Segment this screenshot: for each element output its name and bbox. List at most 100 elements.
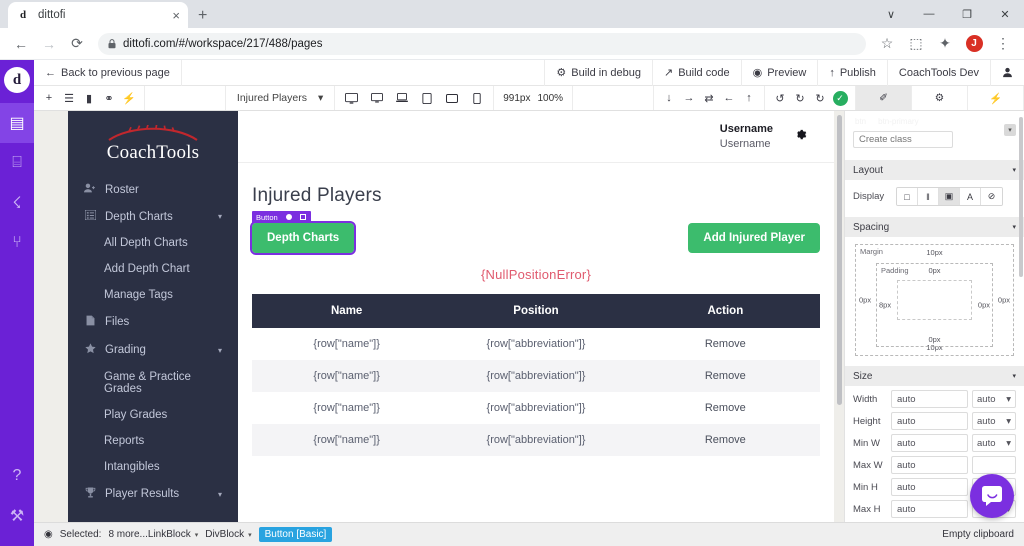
selection-settings-icon[interactable] [299,214,306,220]
margin-top-value[interactable]: 10px [926,248,942,257]
breadcrumb-link-block[interactable]: 8 more...LinkBlock ▾ [108,529,198,540]
layout-section-header[interactable]: Layout ▾ [845,160,1024,180]
min-width-unit-select[interactable]: auto ▾ [972,434,1016,452]
address-bar[interactable]: dittofi.com/#/workspace/217/488/pages [98,32,866,55]
actions-button[interactable]: ⚡ [119,86,139,110]
breadcrumb-div-block[interactable]: DivBlock ▾ [205,529,251,540]
sidebar-item-grading[interactable]: Grading ▾ [68,336,238,364]
build-in-debug-button[interactable]: ⚙ Build in debug [544,59,652,86]
intercom-launcher-button[interactable] [970,474,1014,518]
display-block-icon[interactable]: □ [897,188,918,205]
dittofi-logo[interactable]: d [4,67,30,93]
move-down-button[interactable]: ↓ [659,86,679,110]
link-button[interactable]: ⚭ [99,86,119,110]
sidebar-subitem-reports[interactable]: Reports [68,428,238,454]
back-to-previous-page-button[interactable]: ← Back to previous page [34,59,182,86]
remove-link[interactable]: Remove [630,424,820,456]
add-injured-player-button[interactable]: Add Injured Player [688,223,820,253]
canvas-scrollbar[interactable] [837,115,842,405]
device-tablet-landscape-icon[interactable] [439,86,464,110]
refresh-button[interactable]: ↻ [810,86,830,110]
saved-check-button[interactable]: ✓ [830,86,850,110]
max-width-input[interactable] [891,456,968,474]
selection-drag-handle-icon[interactable] [285,214,292,220]
interactions-tab[interactable]: ⚡ [968,86,1024,110]
rail-item-settings[interactable]: ⚒ [0,496,34,536]
width-unit-select[interactable]: auto ▾ [972,390,1016,408]
size-section-header[interactable]: Size ▾ [845,366,1024,386]
sidebar-subitem-game-practice-grades[interactable]: Game & Practice Grades [68,364,238,402]
class-chip-btn[interactable]: btn [855,117,866,128]
panel-scrollbar[interactable] [1019,117,1023,277]
maximize-icon[interactable]: ❐ [948,0,986,28]
sidebar-item-depth-charts[interactable]: Depth Charts ▾ [68,203,238,230]
redo-button[interactable]: ↻ [790,86,810,110]
settings-tab[interactable]: ⚙ [912,86,968,110]
tab-search-icon[interactable]: ∨ [872,0,910,28]
reload-icon[interactable]: ⟳ [64,31,90,57]
sidebar-item-roster[interactable]: Roster [68,176,238,203]
remove-link[interactable]: Remove [630,392,820,424]
close-window-icon[interactable]: ✕ [986,0,1024,28]
depth-charts-button[interactable]: Depth Charts [249,221,357,255]
minimize-icon[interactable]: — [910,0,948,28]
min-width-input[interactable] [891,434,968,452]
sidebar-item-player-results[interactable]: Player Results ▾ [68,480,238,508]
add-element-button[interactable]: + [39,86,59,110]
side-panel-icon[interactable]: ⬚ [903,31,929,57]
sidebar-subitem-add-depth-chart[interactable]: Add Depth Chart [68,256,238,282]
swap-button[interactable]: ⇄ [699,86,719,110]
move-left-button[interactable]: ← [719,86,739,110]
bookmark-star-icon[interactable]: ☆ [874,31,900,57]
rail-item-pages[interactable]: ▤ [0,103,34,143]
preview-button[interactable]: ◉ Preview [740,59,818,86]
device-desktop-lg-icon[interactable] [339,86,364,110]
profile-avatar[interactable]: J [961,31,987,57]
page-selector[interactable]: Injured Players ▾ [226,86,336,110]
width-input[interactable] [891,390,968,408]
padding-top-value[interactable]: 0px [928,266,940,275]
breadcrumb-active-button[interactable]: Button [Basic] [258,527,333,542]
device-mobile-icon[interactable] [464,86,489,110]
padding-right-value[interactable]: 0px [978,301,990,310]
padding-bottom-value[interactable]: 0px [928,335,940,344]
remove-link[interactable]: Remove [630,328,820,360]
browser-menu-icon[interactable]: ⋮ [990,31,1016,57]
class-chip-btn-primary[interactable]: btn-primary [878,117,918,128]
rail-item-database[interactable]: ⌸ [0,143,34,183]
move-right-button[interactable]: → [679,86,699,110]
sidebar-subitem-play-grades[interactable]: Play Grades [68,402,238,428]
max-height-input[interactable] [891,500,968,518]
display-inline-icon[interactable]: A [960,188,981,205]
sidebar-subitem-all-depth-charts[interactable]: All Depth Charts [68,230,238,256]
height-input[interactable] [891,412,968,430]
device-laptop-icon[interactable] [389,86,414,110]
padding-left-value[interactable]: 8px [879,301,891,310]
sidebar-item-files[interactable]: Files [68,308,238,336]
style-tab[interactable]: ✐ [856,86,912,110]
remove-link[interactable]: Remove [630,360,820,392]
rail-item-workflow[interactable]: ⑂ [0,223,34,263]
height-unit-select[interactable]: auto ▾ [972,412,1016,430]
browser-tab[interactable]: d dittofi × [8,2,188,28]
sidebar-subitem-manage-tags[interactable]: Manage Tags [68,282,238,308]
margin-right-value[interactable]: 0px [998,296,1010,305]
device-desktop-icon[interactable] [364,86,389,110]
device-tablet-icon[interactable] [414,86,439,110]
publish-button[interactable]: ↑ Publish [817,59,887,86]
build-code-button[interactable]: ↗ Build code [652,59,741,86]
display-flex-icon[interactable]: ‖ [918,188,939,205]
min-height-input[interactable] [891,478,968,496]
rail-item-help[interactable]: ? [0,456,34,496]
extensions-puzzle-icon[interactable]: ✦ [932,31,958,57]
back-icon[interactable]: ← [8,31,34,57]
forward-icon[interactable]: → [36,31,62,57]
new-tab-button[interactable]: + [198,8,207,24]
gear-icon[interactable] [793,127,808,146]
close-tab-icon[interactable]: × [172,9,180,22]
move-up-button[interactable]: ↑ [739,86,759,110]
margin-left-value[interactable]: 0px [859,296,871,305]
pages-button[interactable]: ▮ [79,86,99,110]
undo-button[interactable]: ↺ [770,86,790,110]
create-class-input[interactable] [853,131,953,148]
